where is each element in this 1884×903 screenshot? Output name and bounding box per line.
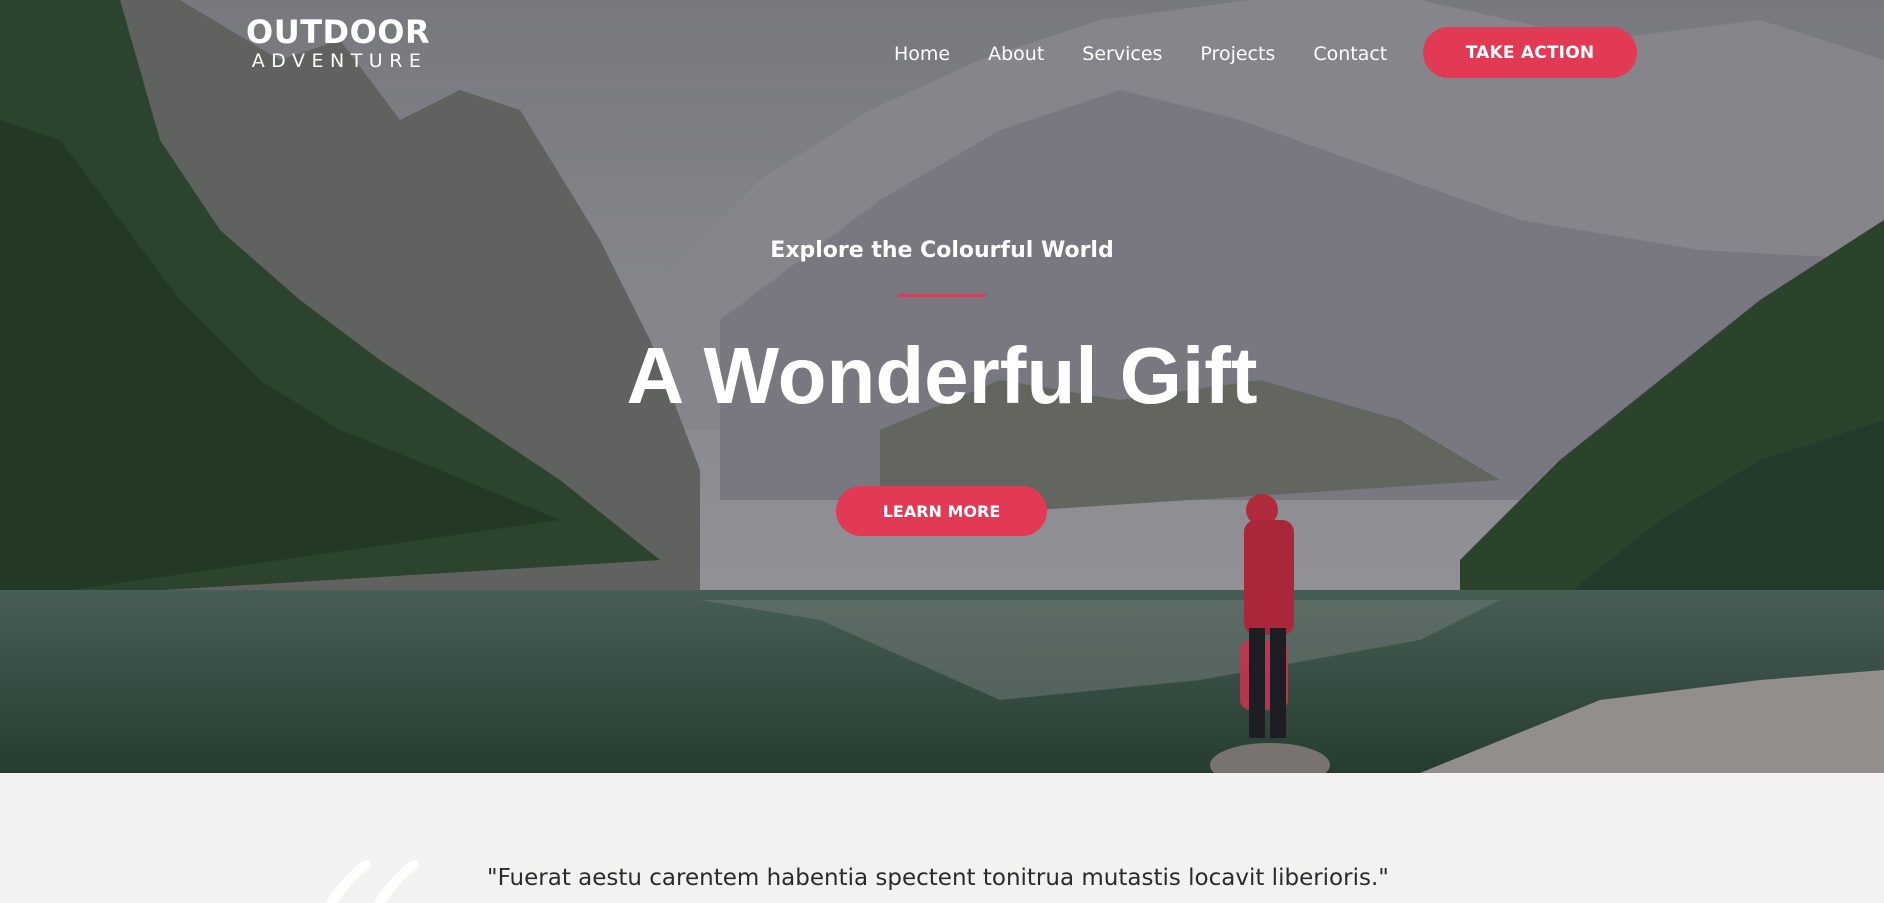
hero-section: OUTDOOR ADVENTURE Home About Services Pr… (0, 0, 1884, 773)
learn-more-button[interactable]: LEARN MORE (836, 486, 1047, 536)
hero-headline: A Wonderful Gift (626, 331, 1258, 420)
nav-item-contact[interactable]: Contact (1313, 42, 1387, 66)
nav-item-projects[interactable]: Projects (1200, 42, 1275, 66)
quote-mark-icon (325, 860, 419, 903)
testimonial-section: "Fuerat aestu carentem habentia spectent… (0, 773, 1884, 903)
logo-sub-text: ADVENTURE (251, 50, 428, 72)
site-logo[interactable]: OUTDOOR ADVENTURE (246, 14, 430, 72)
testimonial-quote: "Fuerat aestu carentem habentia spectent… (487, 865, 1389, 891)
nav-item-about[interactable]: About (988, 42, 1044, 66)
take-action-button[interactable]: TAKE ACTION (1423, 27, 1637, 78)
logo-main-text: OUTDOOR (246, 13, 431, 51)
nav-item-services[interactable]: Services (1082, 42, 1162, 66)
main-nav: Home About Services Projects Contact (894, 42, 1425, 66)
nav-item-home[interactable]: Home (894, 42, 950, 66)
hero-eyebrow: Explore the Colourful World (770, 238, 1114, 263)
eyebrow-divider (898, 294, 986, 297)
